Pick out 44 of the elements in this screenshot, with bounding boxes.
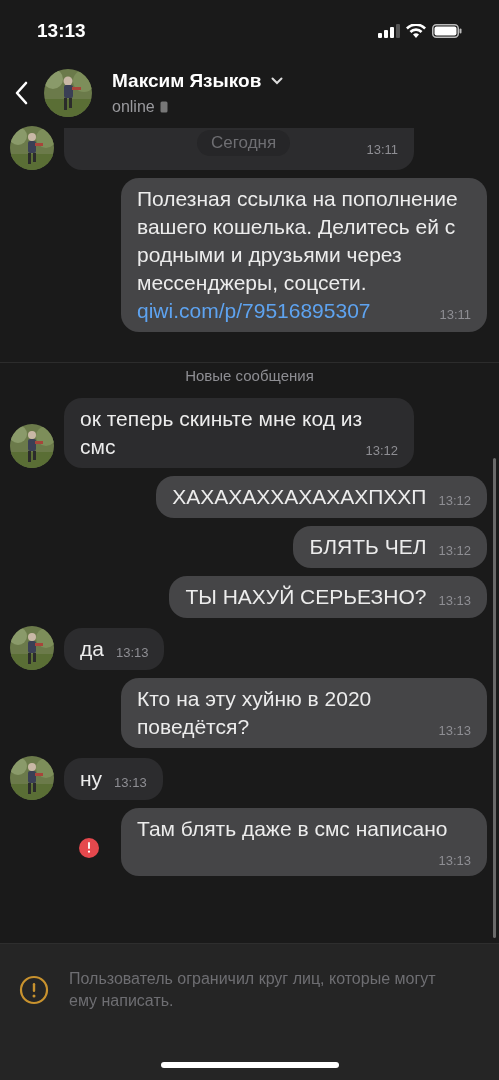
- outgoing-message[interactable]: БЛЯТЬ ЧЕЛ 13:12: [293, 525, 487, 568]
- message-time: 13:11: [439, 307, 471, 323]
- wifi-icon: [406, 24, 426, 38]
- message-time: 13:11: [366, 142, 398, 158]
- message-time: 13:13: [438, 852, 471, 869]
- message-text: ну: [80, 766, 103, 790]
- message-time: 13:13: [438, 592, 471, 609]
- status-time: 13:13: [37, 18, 86, 43]
- message-time: 13:13: [438, 722, 471, 739]
- message-time: 13:12: [365, 442, 398, 459]
- message-text: БЛЯТЬ ЧЕЛ: [309, 534, 427, 558]
- outgoing-message[interactable]: ТЫ НАХУЙ СЕРЬЕЗНО? 13:13: [169, 575, 487, 618]
- outgoing-message[interactable]: Кто на эту хуйню в 2020 поведётся? 13:13: [121, 677, 487, 748]
- chevron-down-icon[interactable]: [271, 77, 284, 85]
- message-link[interactable]: qiwi.com/p/79516895307: [137, 299, 371, 322]
- new-messages-divider: Новые сообщения: [185, 366, 314, 386]
- message-text: ХАХАХАХХАХАХАХПХХП: [172, 484, 427, 508]
- phone-icon: [159, 101, 168, 114]
- warning-icon: [19, 975, 49, 1005]
- message-time: 13:13: [115, 644, 149, 661]
- back-icon[interactable]: [14, 81, 28, 105]
- incoming-message[interactable]: да 13:13: [64, 627, 165, 670]
- contact-status: online: [112, 97, 155, 118]
- message-text: Кто на эту хуйню в 2020 поведётся?: [137, 686, 372, 738]
- battery-icon: [432, 24, 462, 38]
- outgoing-message[interactable]: Там блять даже в смс написано 13:13: [121, 807, 487, 876]
- contact-name[interactable]: Максим Языков: [112, 66, 262, 96]
- message-text: ТЫ НАХУЙ СЕРЬЕЗНО?: [185, 584, 427, 608]
- incoming-message[interactable]: ну 13:13: [64, 757, 163, 800]
- message-time: 13:12: [438, 542, 471, 559]
- message-time: 13:12: [438, 492, 471, 509]
- message-text: ок теперь скиньте мне код из смс: [80, 406, 363, 458]
- incoming-message[interactable]: Сегодня 13:11: [64, 128, 414, 170]
- signal-icon: [378, 24, 400, 38]
- message-text: да: [80, 636, 104, 660]
- outgoing-message[interactable]: Полезная ссылка на пополнение вашего кошелька. Делитесь ей с родными и друзьями через мессенджеры, соцсети. qiwi.com/p/79516895307 13:11: [121, 178, 487, 332]
- outgoing-message[interactable]: ХАХАХАХХАХАХАХПХХП 13:12: [156, 475, 487, 518]
- message-time: 13:13: [114, 774, 147, 791]
- message-text: Там блять даже в смс написано: [137, 816, 448, 840]
- date-chip: Сегодня: [197, 130, 291, 156]
- message-text: Полезная ссылка на пополнение вашего кошелька. Делитесь ей с родными и друзьями через мессенджеры, соцсети.: [137, 187, 458, 294]
- incoming-message[interactable]: ок теперь скиньте мне код из смс 13:12: [64, 397, 414, 468]
- error-icon[interactable]: [79, 837, 99, 858]
- restriction-notice: Пользователь ограничил круг лиц, которые могут ему написать.: [69, 969, 437, 1011]
